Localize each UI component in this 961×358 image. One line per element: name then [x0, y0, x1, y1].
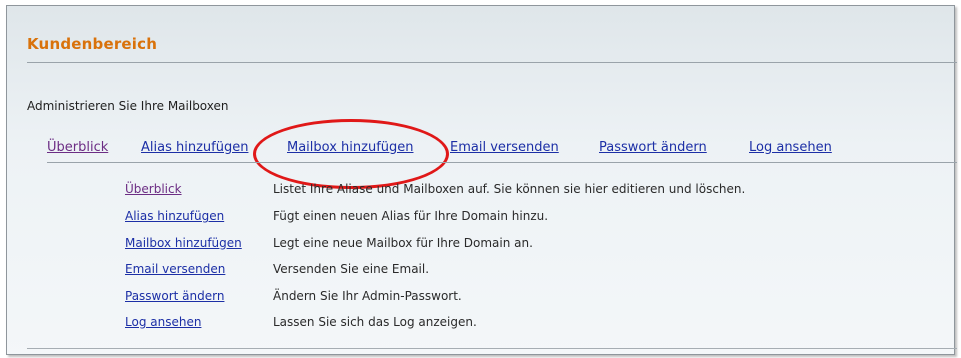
add-mailbox-link[interactable]: Mailbox hinzufügen: [125, 236, 242, 250]
list-item-desc: Fügt einen neuen Alias für Ihre Domain h…: [273, 209, 549, 223]
list-item-link-add-mailbox[interactable]: Mailbox hinzufügen: [125, 236, 242, 250]
list-item-link-change-password[interactable]: Passwort ändern: [125, 289, 224, 303]
view-log-link[interactable]: Log ansehen: [125, 315, 201, 329]
nav-link-add-alias[interactable]: Alias hinzufügen: [141, 140, 248, 155]
nav-link-change-password[interactable]: Passwort ändern: [599, 140, 707, 155]
list-item-link-send-email[interactable]: Email versenden: [125, 262, 225, 276]
add-alias-link[interactable]: Alias hinzufügen: [125, 209, 224, 223]
nav-link-view-log[interactable]: Log ansehen: [749, 140, 832, 155]
nav-divider: [47, 162, 957, 163]
list-item-desc: Versenden Sie eine Email.: [273, 262, 430, 276]
list-item-link-view-log[interactable]: Log ansehen: [125, 315, 201, 329]
change-password-link[interactable]: Passwort ändern: [125, 289, 224, 303]
customer-area-panel: Kundenbereich Administrieren Sie Ihre Ma…: [6, 5, 957, 355]
list-item-desc: Legt eine neue Mailbox für Ihre Domain a…: [273, 236, 533, 250]
nav-link-send-email[interactable]: Email versenden: [450, 140, 559, 155]
list-item-desc: Ändern Sie Ihr Admin-Passwort.: [273, 289, 462, 303]
list-item-link-add-alias[interactable]: Alias hinzufügen: [125, 209, 224, 223]
list-item-desc: Listet Ihre Aliase und Mailboxen auf. Si…: [273, 182, 746, 196]
bottom-divider: [27, 348, 957, 349]
send-email-link[interactable]: Email versenden: [125, 262, 225, 276]
nav-link-add-mailbox[interactable]: Mailbox hinzufügen: [287, 140, 414, 155]
list-item-desc: Lassen Sie sich das Log anzeigen.: [273, 315, 477, 329]
list-item-link-overview[interactable]: Überblick: [125, 182, 182, 196]
overview-link[interactable]: Überblick: [125, 182, 182, 196]
nav-link-overview[interactable]: Überblick: [47, 140, 108, 155]
intro-text: Administrieren Sie Ihre Mailboxen: [27, 99, 229, 113]
title-divider: [27, 62, 957, 63]
page-title: Kundenbereich: [27, 35, 158, 53]
